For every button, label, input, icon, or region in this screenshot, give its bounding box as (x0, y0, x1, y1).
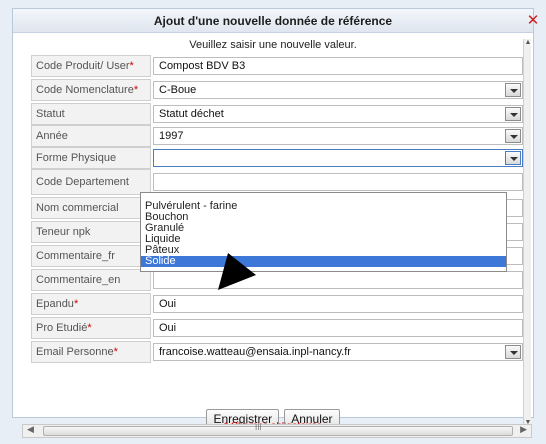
forme-physique-select[interactable] (153, 149, 523, 167)
field-label: Code Produit/ User* (31, 55, 151, 77)
select-value: 1997 (159, 130, 184, 142)
dropdown-option[interactable]: Granulé (141, 223, 506, 234)
commentaire-en-input[interactable] (153, 271, 523, 289)
scroll-up-icon[interactable]: ▲ (524, 39, 532, 49)
code-departement-input[interactable] (153, 173, 523, 191)
form-row-forme-physique: Forme Physique (31, 147, 527, 169)
chevron-down-icon[interactable] (505, 129, 521, 143)
chevron-down-icon[interactable] (505, 83, 521, 97)
field-label: Epandu* (31, 293, 151, 315)
dropdown-option-highlighted[interactable]: Solide (141, 256, 506, 267)
horizontal-scrollbar[interactable]: ◀ III ▶ (22, 423, 532, 438)
dropdown-option[interactable]: Bouchon (141, 212, 506, 223)
scroll-left-icon[interactable]: ◀ (27, 424, 34, 435)
code-nomenclature-select[interactable]: C-Boue (153, 81, 523, 99)
form-row-statut: Statut Statut déchet (31, 103, 527, 125)
field-label: Code Nomenclature* (31, 79, 151, 101)
form-row-code-produit: Code Produit/ User* Compost BDV B3 (31, 55, 527, 77)
form-row-annee: Année 1997 (31, 125, 527, 147)
dropdown-option[interactable]: Pâteux (141, 245, 506, 256)
form-row-email-personne: Email Personne* francoise.watteau@ensaia… (31, 341, 527, 363)
field-label: Email Personne* (31, 341, 151, 363)
code-produit-input[interactable]: Compost BDV B3 (153, 57, 523, 75)
select-value: francoise.watteau@ensaia.inpl-nancy.fr (159, 346, 351, 358)
select-value: C-Boue (159, 84, 197, 96)
field-label: Année (31, 125, 151, 147)
dropdown-option[interactable]: Pulvérulent - farine (141, 201, 506, 212)
form-row-pro-etudie: Pro Etudié* Oui (31, 317, 527, 339)
forme-physique-options[interactable]: Pulvérulent - farine Bouchon Granulé Liq… (140, 192, 507, 272)
field-label: Pro Etudié* (31, 317, 151, 339)
field-label: Teneur npk (31, 221, 151, 243)
epandu-input[interactable]: Oui (153, 295, 523, 313)
form-row-commentaire-en: Commentaire_en (31, 269, 527, 291)
chevron-down-icon[interactable] (505, 151, 521, 165)
scroll-grip-icon: III (255, 423, 262, 432)
vertical-scrollbar[interactable]: ▲ ▼ (523, 39, 531, 429)
email-personne-select[interactable]: francoise.watteau@ensaia.inpl-nancy.fr (153, 343, 523, 361)
annee-select[interactable]: 1997 (153, 127, 523, 145)
chevron-down-icon[interactable] (505, 345, 521, 359)
chevron-down-icon[interactable] (505, 107, 521, 121)
field-label: Statut (31, 103, 151, 125)
dialog-title: Ajout d'une nouvelle donnée de référence (13, 9, 533, 33)
select-value: Statut déchet (159, 108, 224, 120)
field-label: Commentaire_fr (31, 245, 151, 267)
dialog-prompt: Veuillez saisir une nouvelle valeur. (189, 39, 357, 51)
statut-select[interactable]: Statut déchet (153, 105, 523, 123)
pro-etudie-input[interactable]: Oui (153, 319, 523, 337)
form-row-epandu: Epandu* Oui (31, 293, 527, 315)
field-label: Code Departement (31, 169, 151, 195)
dropdown-option[interactable]: Liquide (141, 234, 506, 245)
scrollbar-thumb[interactable] (43, 426, 513, 436)
scroll-right-icon[interactable]: ▶ (520, 424, 527, 435)
cursor-arrow-icon (218, 253, 256, 290)
field-label: Forme Physique (31, 147, 151, 169)
field-label: Commentaire_en (31, 269, 151, 291)
field-label: Nom commercial (31, 197, 151, 219)
close-icon[interactable]: ✕ (525, 12, 541, 28)
form-row-code-nomenclature: Code Nomenclature* C-Boue (31, 79, 527, 101)
